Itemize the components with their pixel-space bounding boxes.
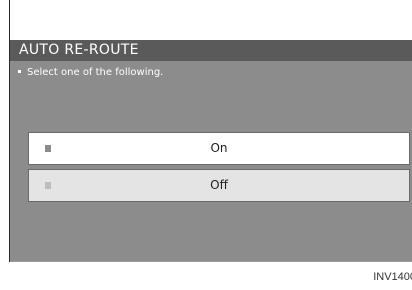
option-off-button[interactable]: Off — [28, 169, 410, 202]
screen-title: AUTO RE-ROUTE — [19, 42, 139, 58]
bottom-divider — [10, 261, 412, 262]
navigation-screen: AUTO RE-ROUTE Select one of the followin… — [10, 40, 412, 262]
option-on-button[interactable]: On — [28, 132, 410, 165]
instruction-label: Select one of the following. — [27, 67, 164, 78]
option-off-label: Off — [210, 178, 228, 192]
figure-code: INV1400 — [373, 271, 412, 283]
instruction-text: Select one of the following. — [18, 66, 163, 79]
option-on-label: On — [210, 141, 228, 155]
bullet-icon — [18, 69, 21, 73]
title-bar: AUTO RE-ROUTE — [10, 40, 412, 61]
